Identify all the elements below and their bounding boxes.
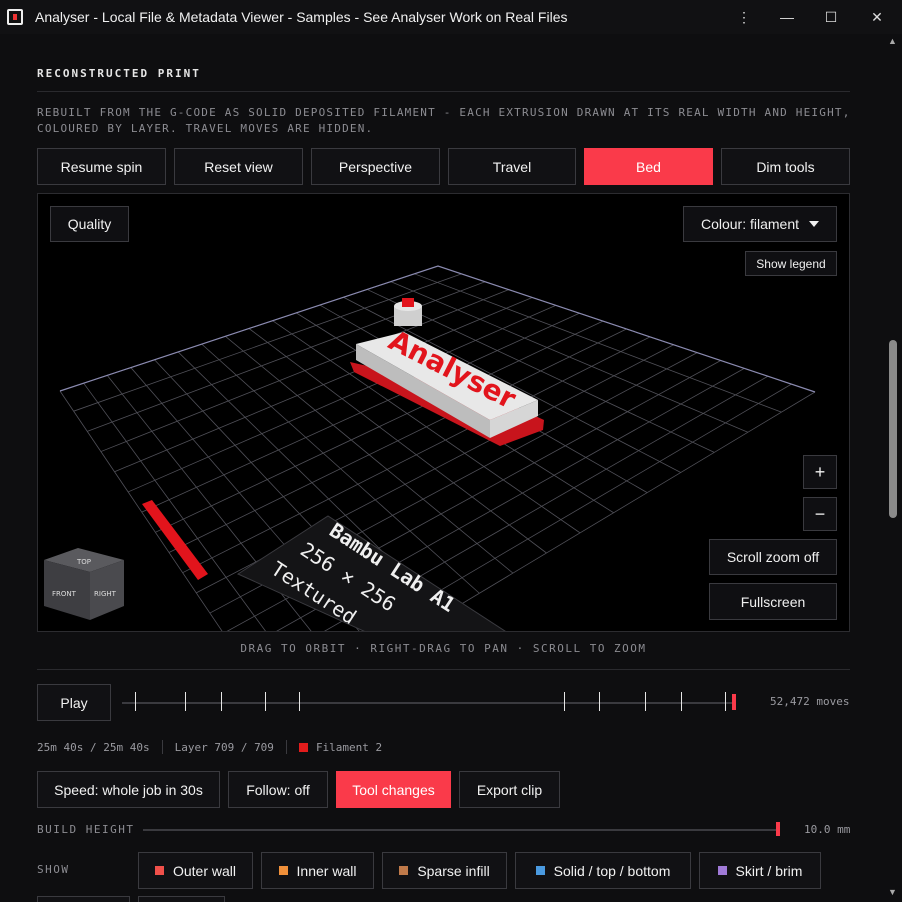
tool-change-marker: [645, 692, 646, 711]
cube-right-label: RIGHT: [94, 590, 117, 598]
tool-change-marker: [221, 692, 222, 711]
inner-wall-label: Inner wall: [296, 862, 357, 879]
elapsed-time: 25m 40s / 25m 40s: [37, 740, 150, 754]
cube-front-label: FRONT: [52, 590, 77, 598]
tool-change-marker: [564, 692, 565, 711]
skirt-brim-toggle[interactable]: Skirt / brim: [699, 852, 821, 889]
tool-change-marker: [725, 692, 726, 711]
scroll-up-icon[interactable]: ▲: [888, 36, 897, 46]
cube-top-label: TOP: [76, 558, 91, 566]
minimize-icon[interactable]: —: [764, 0, 810, 34]
view-cube[interactable]: TOP FRONT RIGHT: [44, 548, 124, 620]
speed-button[interactable]: Speed: whole job in 30s: [37, 771, 220, 808]
export-clip-button[interactable]: Export clip: [459, 771, 560, 808]
timeline-handle[interactable]: [732, 694, 736, 710]
solid-top-bottom-swatch: [535, 866, 545, 875]
more-toggle[interactable]: [37, 896, 130, 902]
scrollbar-thumb[interactable]: [889, 340, 897, 518]
sparse-infill-swatch: [399, 866, 409, 875]
show-label: SHOW: [37, 863, 70, 876]
outer-wall-label: Outer wall: [172, 862, 237, 879]
follow-button[interactable]: Follow: off: [228, 771, 328, 808]
travel-button[interactable]: Travel: [448, 148, 576, 185]
timeline-slider[interactable]: [122, 702, 736, 704]
tool-change-marker: [299, 692, 300, 711]
divider: [37, 91, 850, 92]
app-icon: [7, 9, 23, 25]
outer-wall-toggle[interactable]: Outer wall: [138, 852, 253, 889]
more-toggle[interactable]: [138, 896, 225, 902]
inner-wall-toggle[interactable]: Inner wall: [261, 852, 374, 889]
tool-change-marker: [135, 692, 136, 711]
perspective-button[interactable]: Perspective: [311, 148, 440, 185]
inner-wall-swatch: [278, 866, 288, 875]
build-height-label: BUILD HEIGHT: [37, 823, 135, 836]
divider: [285, 740, 287, 754]
solid-top-bottom-toggle[interactable]: Solid / top / bottom: [515, 852, 691, 889]
tool-change-marker: [265, 692, 266, 711]
zoom-in-button[interactable]: +: [803, 455, 837, 489]
purge-tower-cap: [402, 298, 414, 307]
viewport-hint: DRAG TO ORBIT · RIGHT-DRAG TO PAN · SCRO…: [240, 642, 647, 655]
show-legend-button[interactable]: Show legend: [745, 251, 837, 276]
dim-tools-button[interactable]: Dim tools: [721, 148, 850, 185]
scroll-zoom-button[interactable]: Scroll zoom off: [709, 539, 837, 575]
play-button[interactable]: Play: [37, 684, 111, 721]
colour-select[interactable]: Colour: filament: [683, 206, 837, 242]
build-height-slider[interactable]: [143, 829, 779, 831]
build-height-value: 10.0 mm: [804, 823, 851, 836]
maximize-icon[interactable]: ☐: [808, 0, 854, 34]
playback-status: 25m 40s / 25m 40s Layer 709 / 709 Filame…: [37, 740, 382, 754]
divider: [161, 740, 163, 754]
tool-change-marker: [681, 692, 682, 711]
build-height-handle[interactable]: [776, 822, 780, 836]
chevron-down-icon: [809, 221, 820, 227]
scroll-down-icon[interactable]: ▼: [888, 887, 897, 897]
tool-change-marker: [185, 692, 186, 711]
sparse-infill-label: Sparse infill: [417, 862, 490, 879]
move-count: 52,472 moves: [770, 695, 850, 708]
reset-view-button[interactable]: Reset view: [174, 148, 303, 185]
outer-wall-swatch: [154, 866, 164, 875]
quality-button[interactable]: Quality: [50, 206, 129, 242]
tool-change-marker: [599, 692, 600, 711]
tool-changes-button[interactable]: Tool changes: [336, 771, 451, 808]
solid-top-bottom-label: Solid / top / bottom: [553, 862, 671, 879]
bed-button[interactable]: Bed: [584, 148, 713, 185]
divider: [37, 669, 850, 670]
window-title: Analyser - Local File & Metadata Viewer …: [35, 9, 568, 25]
close-icon[interactable]: ✕: [854, 0, 900, 34]
layer-indicator: Layer 709 / 709: [174, 740, 274, 754]
filament-label: Filament 2: [315, 740, 383, 754]
fullscreen-button[interactable]: Fullscreen: [709, 583, 837, 620]
print-viewport[interactable]: Analyser Bambu Lab A1 256 × 256 Textured…: [37, 193, 850, 632]
filament-swatch: [298, 742, 308, 752]
sparse-infill-toggle[interactable]: Sparse infill: [382, 852, 507, 889]
resume-spin-button[interactable]: Resume spin: [37, 148, 166, 185]
zoom-out-button[interactable]: −: [803, 497, 837, 531]
skirt-brim-swatch: [717, 866, 727, 875]
skirt-brim-label: Skirt / brim: [735, 862, 803, 879]
section-title: RECONSTRUCTED PRINT: [37, 67, 201, 80]
more-options-icon[interactable]: ⋮: [724, 0, 764, 34]
colour-select-label: Colour: filament: [700, 216, 800, 232]
section-description: REBUILT FROM THE G-CODE AS SOLID DEPOSIT…: [37, 106, 851, 135]
